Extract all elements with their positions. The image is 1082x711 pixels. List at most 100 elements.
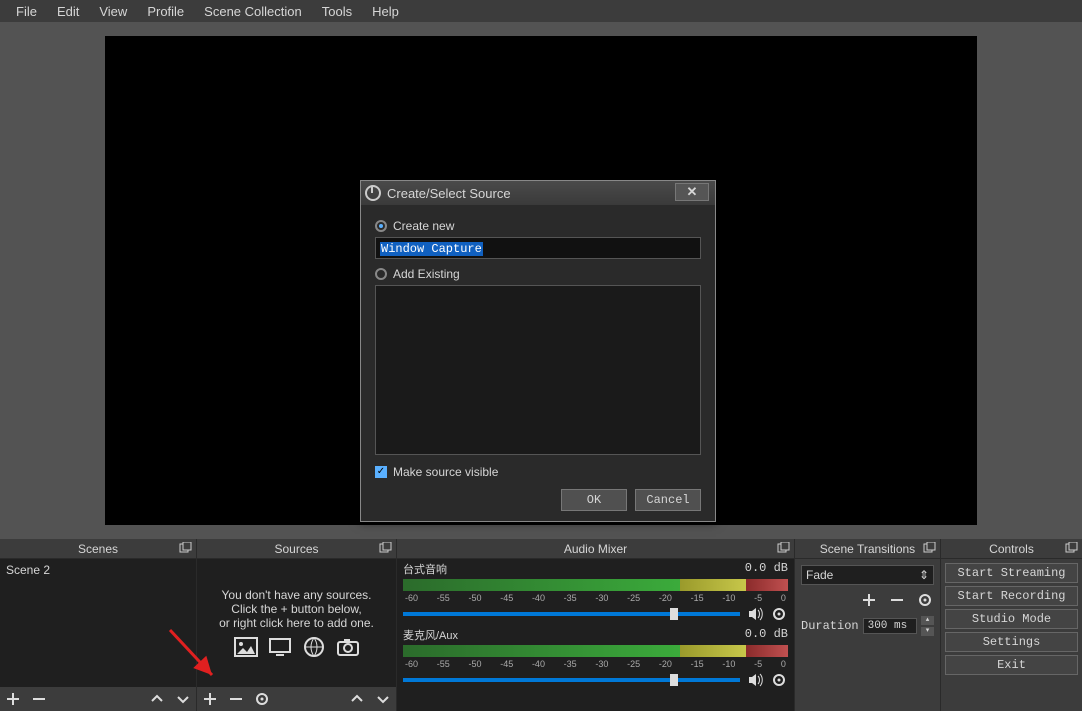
gear-icon[interactable] — [770, 671, 788, 689]
meter-ticks: -60-55-50-45-40-35-30-25-20-15-10-50 — [403, 659, 788, 669]
channel-name: 台式音响 — [403, 561, 447, 577]
make-visible-label: Make source visible — [393, 465, 498, 479]
mixer-title: Audio Mixer — [564, 542, 627, 556]
duration-input[interactable]: 300 ms — [863, 618, 917, 634]
transitions-title: Scene Transitions — [820, 542, 915, 556]
sources-header: Sources — [197, 539, 396, 559]
add-transition-button[interactable] — [860, 591, 878, 609]
menu-scene-collection[interactable]: Scene Collection — [194, 1, 312, 22]
controls-header: Controls — [941, 539, 1082, 559]
sources-title: Sources — [274, 542, 318, 556]
sources-dock: Sources You don't have any sources. Clic… — [197, 539, 397, 711]
scenes-dock: Scenes Scene 2 — [0, 539, 197, 711]
make-visible-checkbox[interactable]: ✓ Make source visible — [375, 465, 701, 479]
source-up-button[interactable] — [348, 690, 366, 708]
menu-profile[interactable]: Profile — [137, 1, 194, 22]
sources-empty-line: Click the + button below, — [231, 602, 361, 616]
scene-up-button[interactable] — [148, 690, 166, 708]
add-source-button[interactable] — [201, 690, 219, 708]
scenes-toolbar — [0, 687, 196, 711]
duration-label: Duration — [801, 619, 859, 633]
source-down-button[interactable] — [374, 690, 392, 708]
scenes-list[interactable]: Scene 2 — [0, 559, 196, 687]
add-scene-button[interactable] — [4, 690, 22, 708]
scene-item[interactable]: Scene 2 — [0, 559, 196, 581]
checkbox-icon: ✓ — [375, 466, 387, 478]
transition-selected: Fade — [806, 568, 833, 582]
scenes-title: Scenes — [78, 542, 118, 556]
create-new-label: Create new — [393, 219, 454, 233]
source-name-value: Window Capture — [380, 242, 483, 256]
globe-icon — [301, 636, 327, 658]
transitions-dock: Scene Transitions Fade ⇕ Duration 300 ms… — [795, 539, 941, 711]
ok-button[interactable]: OK — [561, 489, 627, 511]
speaker-icon[interactable] — [746, 671, 764, 689]
transition-properties-button[interactable] — [916, 591, 934, 609]
menu-help[interactable]: Help — [362, 1, 409, 22]
camera-icon — [335, 636, 361, 658]
sources-empty-line: You don't have any sources. — [222, 588, 372, 602]
studio-mode-button[interactable]: Studio Mode — [945, 609, 1078, 629]
transition-select[interactable]: Fade ⇕ — [801, 565, 934, 585]
mixer-body: 台式音响 0.0 dB -60-55-50-45-40-35-30-25-20-1… — [397, 559, 794, 711]
source-properties-button[interactable] — [253, 690, 271, 708]
menu-file[interactable]: File — [6, 1, 47, 22]
audio-mixer-dock: Audio Mixer 台式音响 0.0 dB -60-55-50-45-40-3… — [397, 539, 795, 711]
popout-icon[interactable] — [922, 542, 936, 556]
create-new-radio[interactable]: Create new — [375, 219, 701, 233]
remove-source-button[interactable] — [227, 690, 245, 708]
transitions-body: Fade ⇕ Duration 300 ms ▴▾ — [795, 559, 940, 711]
dialog-titlebar[interactable]: Create/Select Source ✕ — [361, 181, 715, 205]
controls-dock: Controls Start Streaming Start Recording… — [941, 539, 1082, 711]
menu-edit[interactable]: Edit — [47, 1, 89, 22]
popout-icon[interactable] — [1064, 542, 1078, 556]
sources-empty[interactable]: You don't have any sources. Click the + … — [197, 559, 396, 687]
settings-button[interactable]: Settings — [945, 632, 1078, 652]
level-meter — [403, 579, 788, 591]
popout-icon[interactable] — [378, 542, 392, 556]
existing-sources-list[interactable] — [375, 285, 701, 455]
add-existing-label: Add Existing — [393, 267, 460, 281]
sources-toolbar — [197, 687, 396, 711]
menu-view[interactable]: View — [89, 1, 137, 22]
start-recording-button[interactable]: Start Recording — [945, 586, 1078, 606]
sources-empty-line: or right click here to add one. — [219, 616, 374, 630]
scenes-header: Scenes — [0, 539, 196, 559]
menu-bar: File Edit View Profile Scene Collection … — [0, 0, 1082, 22]
volume-slider[interactable] — [403, 678, 740, 682]
popout-icon[interactable] — [776, 542, 790, 556]
scene-down-button[interactable] — [174, 690, 192, 708]
updown-icon: ⇕ — [919, 568, 929, 582]
remove-transition-button[interactable] — [888, 591, 906, 609]
image-icon — [233, 636, 259, 658]
cancel-button[interactable]: Cancel — [635, 489, 701, 511]
start-streaming-button[interactable]: Start Streaming — [945, 563, 1078, 583]
add-existing-radio[interactable]: Add Existing — [375, 267, 701, 281]
menu-tools[interactable]: Tools — [312, 1, 362, 22]
radio-icon — [375, 220, 387, 232]
channel-level: 0.0 dB — [745, 561, 788, 577]
source-name-input[interactable]: Window Capture — [375, 237, 701, 259]
mixer-header: Audio Mixer — [397, 539, 794, 559]
display-icon — [267, 636, 293, 658]
speaker-icon[interactable] — [746, 605, 764, 623]
meter-ticks: -60-55-50-45-40-35-30-25-20-15-10-50 — [403, 593, 788, 603]
transitions-header: Scene Transitions — [795, 539, 940, 559]
exit-button[interactable]: Exit — [945, 655, 1078, 675]
dialog-title: Create/Select Source — [387, 186, 511, 201]
create-source-dialog: Create/Select Source ✕ Create new Window… — [360, 180, 716, 522]
remove-scene-button[interactable] — [30, 690, 48, 708]
obs-logo-icon — [365, 185, 381, 201]
level-meter — [403, 645, 788, 657]
radio-icon — [375, 268, 387, 280]
close-button[interactable]: ✕ — [675, 183, 709, 201]
mixer-channel: 麦克风/Aux0.0 dB -60-55-50-45-40-35-30-25-2… — [403, 627, 788, 689]
controls-body: Start Streaming Start Recording Studio M… — [941, 559, 1082, 711]
mixer-channel: 台式音响 0.0 dB -60-55-50-45-40-35-30-25-20-1… — [403, 561, 788, 623]
controls-title: Controls — [989, 542, 1034, 556]
gear-icon[interactable] — [770, 605, 788, 623]
popout-icon[interactable] — [178, 542, 192, 556]
channel-level: 0.0 dB — [745, 627, 788, 643]
duration-spinner[interactable]: ▴▾ — [921, 615, 934, 637]
volume-slider[interactable] — [403, 612, 740, 616]
